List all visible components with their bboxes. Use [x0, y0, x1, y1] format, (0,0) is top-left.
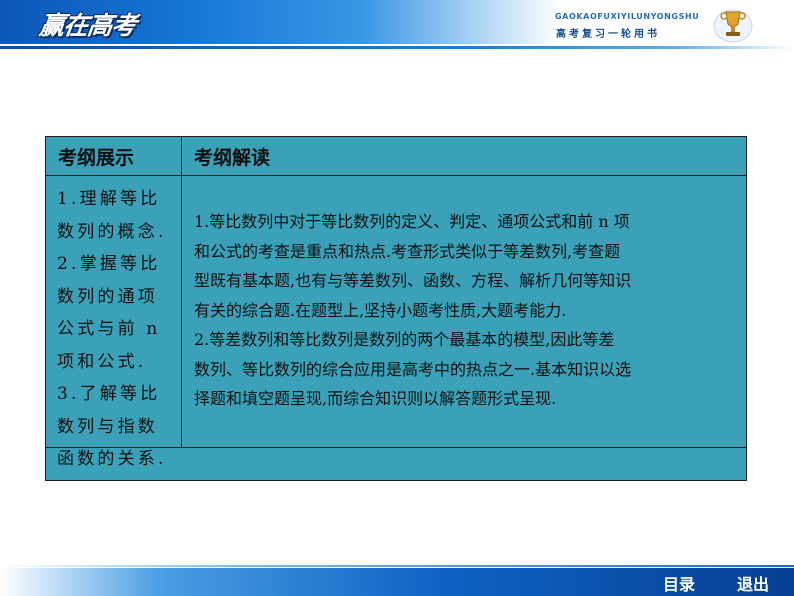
left-line: 数列与指数: [57, 416, 158, 437]
left-line: 项和公式.: [57, 351, 147, 372]
left-line: 数列的概念.: [57, 221, 167, 242]
left-line: 数列的通项: [57, 286, 158, 307]
brand-pinyin: GAOKAOFUXIYILUNYONGSHU: [555, 12, 700, 21]
footer-divider: [0, 565, 794, 567]
header-divider: [0, 46, 794, 49]
interp-line: 择题和填空题呈现,而综合知识则以解答题形式呈现.: [194, 389, 557, 408]
left-line: 函数的关系.: [57, 449, 167, 469]
col-header-syllabus-interpretation: 考纲解读: [194, 147, 271, 169]
left-line: 公式与前 n: [57, 319, 161, 339]
page-header: 赢在高考 GAOKAOFUXIYILUNYONGSHU 高考复习一轮用书: [0, 0, 794, 50]
interp-line: 有关的综合题.在题型上,坚持小题考性质,大题考能力.: [194, 300, 567, 320]
interp-line: 数列、等比数列的综合应用是高考中的热点之一.基本知识以选: [194, 359, 632, 379]
trophy-icon: [713, 9, 753, 43]
syllabus-interpretation-cell: 1.等比数列中对于等比数列的定义、判定、通项公式和前 n 项 和公式的考查是重点…: [194, 207, 739, 414]
column-divider: [181, 137, 182, 447]
brand-subtitle: 高考复习一轮用书: [556, 29, 660, 40]
col-header-syllabus-display: 考纲展示: [58, 147, 135, 169]
left-line: 3.了解等比: [57, 384, 161, 404]
syllabus-display-cell: 1.理解等比 数列的概念. 2.掌握等比 数列的通项 公式与前 n 项和公式. …: [57, 183, 169, 476]
syllabus-table: 考纲展示 考纲解读 1.理解等比 数列的概念. 2.掌握等比 数列的通项 公式与…: [45, 136, 747, 481]
brand-logo: 赢在高考: [37, 11, 138, 40]
left-line: 2.掌握等比: [57, 254, 161, 274]
exit-button[interactable]: 退出: [737, 571, 769, 595]
interp-line: 1.等比数列中对于等比数列的定义、判定、通项公式和前 n 项: [194, 212, 630, 231]
header-row-divider: [46, 175, 746, 176]
interp-line: 和公式的考查是重点和热点.考查形式类似于等差数列,考查题: [194, 241, 621, 261]
toc-button[interactable]: 目录: [663, 571, 695, 595]
interp-line: 型既有基本题,也有与等差数列、函数、方程、解析几何等知识: [194, 271, 632, 290]
interp-line: 2.等差数列和等比数列是数列的两个最基本的模型,因此等差: [194, 330, 615, 349]
left-line: 1.理解等比: [57, 189, 161, 209]
